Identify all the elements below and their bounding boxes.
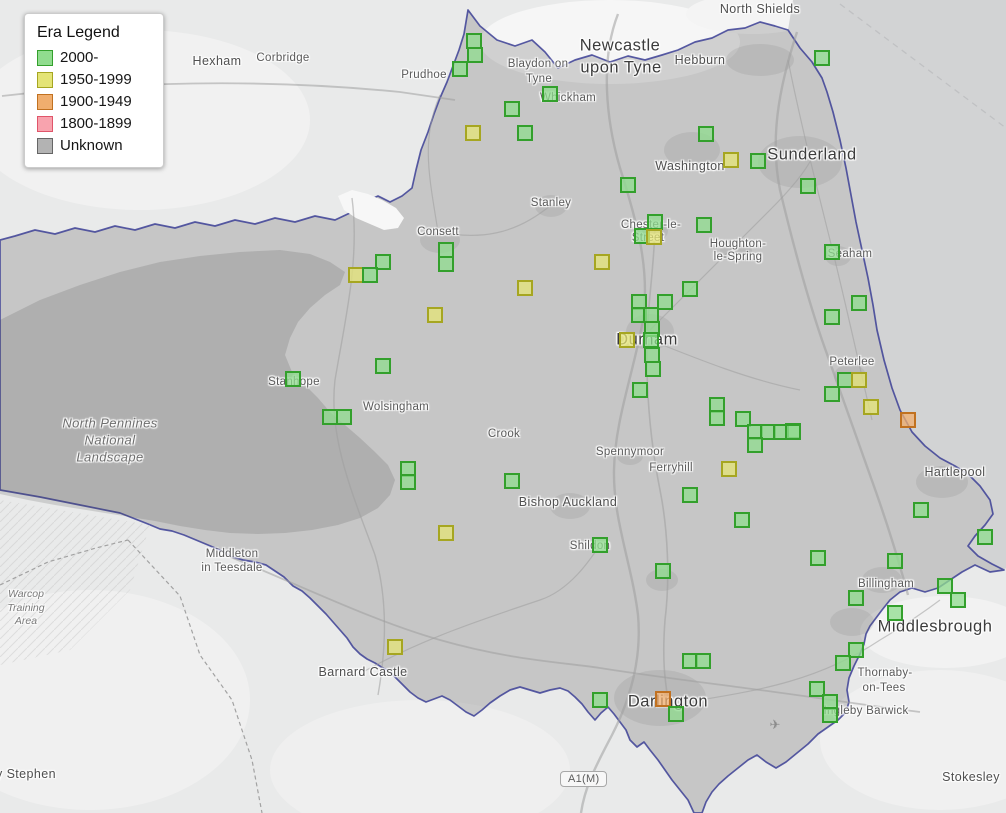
era-marker-era2000[interactable] — [400, 474, 416, 490]
era-marker-era2000[interactable] — [709, 410, 725, 426]
era-marker-era2000[interactable] — [362, 267, 378, 283]
era-marker-era2000[interactable] — [696, 217, 712, 233]
legend-label: 1950-1999 — [60, 71, 132, 88]
era-marker-era2000[interactable] — [542, 86, 558, 102]
era-marker-era2000[interactable] — [734, 512, 750, 528]
era-marker-era1950[interactable] — [517, 280, 533, 296]
era-marker-era1950[interactable] — [465, 125, 481, 141]
era-marker-era1950[interactable] — [863, 399, 879, 415]
era-marker-era2000[interactable] — [698, 126, 714, 142]
era-marker-era2000[interactable] — [285, 371, 301, 387]
era-marker-era2000[interactable] — [467, 47, 483, 63]
legend-item-unknown: Unknown — [37, 137, 155, 154]
map-canvas[interactable]: HexhamCorbridgePrudhoeNewcastleupon Tyne… — [0, 0, 1006, 813]
era-marker-era2000[interactable] — [620, 177, 636, 193]
era-marker-era2000[interactable] — [504, 101, 520, 117]
era-marker-era2000[interactable] — [887, 605, 903, 621]
era-marker-era2000[interactable] — [632, 382, 648, 398]
era-marker-era1950[interactable] — [851, 372, 867, 388]
era-marker-era2000[interactable] — [504, 473, 520, 489]
era-marker-era2000[interactable] — [800, 178, 816, 194]
era-marker-era2000[interactable] — [835, 655, 851, 671]
era-marker-era1950[interactable] — [438, 525, 454, 541]
era-marker-era2000[interactable] — [657, 294, 673, 310]
era-legend: Era Legend 2000- 1950-1999 1900-1949 1800-1… — [24, 13, 164, 168]
era-marker-era2000[interactable] — [645, 361, 661, 377]
era-marker-era2000[interactable] — [452, 61, 468, 77]
legend-swatch-era1900 — [37, 94, 53, 110]
era-marker-era1950[interactable] — [721, 461, 737, 477]
legend-swatch-era2000 — [37, 50, 53, 66]
era-marker-era1950[interactable] — [594, 254, 610, 270]
legend-label: 2000- — [60, 49, 98, 66]
legend-items: 2000- 1950-1999 1900-1949 1800-1899 Unknown — [37, 49, 155, 154]
era-marker-era2000[interactable] — [750, 153, 766, 169]
legend-item-era2000: 2000- — [37, 49, 155, 66]
legend-item-era1800: 1800-1899 — [37, 115, 155, 132]
era-marker-era2000[interactable] — [848, 590, 864, 606]
era-marker-era2000[interactable] — [682, 487, 698, 503]
road-badge-a1m: A1(M) — [560, 771, 607, 787]
legend-swatch-era1800 — [37, 116, 53, 132]
legend-item-era1900: 1900-1949 — [37, 93, 155, 110]
era-marker-era2000[interactable] — [950, 592, 966, 608]
era-marker-era2000[interactable] — [824, 244, 840, 260]
era-marker-era1900[interactable] — [655, 691, 671, 707]
era-marker-era1950[interactable] — [387, 639, 403, 655]
era-marker-era2000[interactable] — [824, 386, 840, 402]
era-marker-era2000[interactable] — [851, 295, 867, 311]
era-marker-era2000[interactable] — [747, 437, 763, 453]
legend-label: 1800-1899 — [60, 115, 132, 132]
era-marker-era1950[interactable] — [619, 332, 635, 348]
era-marker-era2000[interactable] — [913, 502, 929, 518]
legend-label: Unknown — [60, 137, 123, 154]
era-marker-era1950[interactable] — [427, 307, 443, 323]
legend-swatch-era1950 — [37, 72, 53, 88]
era-marker-era2000[interactable] — [785, 424, 801, 440]
era-marker-era2000[interactable] — [682, 281, 698, 297]
legend-label: 1900-1949 — [60, 93, 132, 110]
legend-title: Era Legend — [37, 24, 155, 42]
era-marker-era1950[interactable] — [723, 152, 739, 168]
era-marker-era2000[interactable] — [977, 529, 993, 545]
era-marker-era2000[interactable] — [822, 707, 838, 723]
era-marker-era2000[interactable] — [592, 692, 608, 708]
era-marker-era2000[interactable] — [887, 553, 903, 569]
era-marker-era2000[interactable] — [438, 256, 454, 272]
era-marker-era2000[interactable] — [824, 309, 840, 325]
era-marker-era1900[interactable] — [900, 412, 916, 428]
era-marker-era2000[interactable] — [375, 358, 391, 374]
era-marker-era2000[interactable] — [695, 653, 711, 669]
era-marker-era2000[interactable] — [810, 550, 826, 566]
era-marker-era2000[interactable] — [668, 706, 684, 722]
legend-swatch-unknown — [37, 138, 53, 154]
era-marker-era2000[interactable] — [592, 537, 608, 553]
era-marker-era2000[interactable] — [655, 563, 671, 579]
era-marker-era2000[interactable] — [643, 332, 659, 348]
era-marker-era2000[interactable] — [336, 409, 352, 425]
era-marker-era2000[interactable] — [814, 50, 830, 66]
era-marker-era1950[interactable] — [646, 229, 662, 245]
legend-item-era1950: 1950-1999 — [37, 71, 155, 88]
era-marker-era2000[interactable] — [517, 125, 533, 141]
